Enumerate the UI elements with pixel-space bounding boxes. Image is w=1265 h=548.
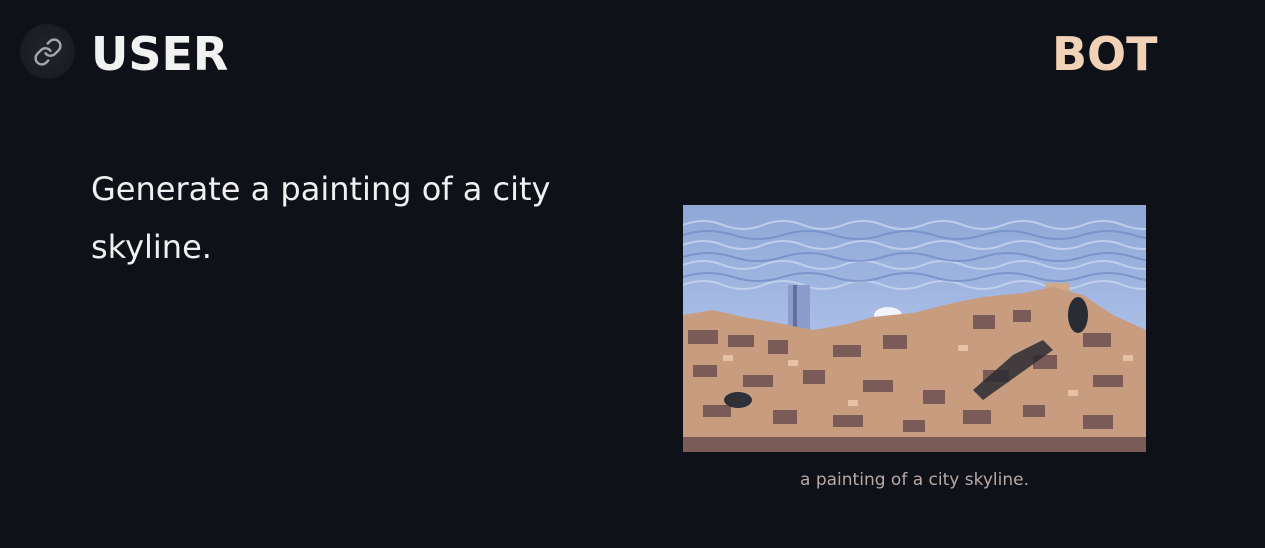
bot-label: BOT (1052, 27, 1158, 81)
user-label: USER (91, 27, 229, 81)
image-caption: a painting of a city skyline. (800, 470, 1029, 490)
user-message-text: Generate a painting of a city skyline. (91, 170, 551, 266)
link-icon (33, 37, 62, 66)
city-skyline-painting-image[interactable] (683, 205, 1146, 452)
chat-page: USER BOT Generate a painting of a city s… (0, 0, 1265, 548)
user-avatar (20, 24, 75, 79)
